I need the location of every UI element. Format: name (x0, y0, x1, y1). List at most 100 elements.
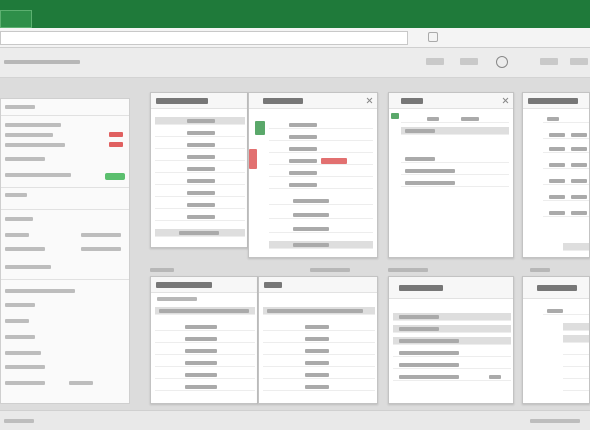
sidebar-item[interactable] (5, 265, 51, 269)
sidebar-item[interactable] (5, 319, 29, 323)
table-cell (405, 169, 455, 173)
table-row[interactable] (401, 167, 509, 175)
table-row[interactable] (263, 371, 375, 379)
table-row[interactable] (269, 133, 373, 141)
table-row[interactable] (155, 359, 255, 367)
table-row[interactable] (263, 383, 375, 391)
sidebar-item[interactable] (5, 381, 45, 385)
window (258, 276, 378, 404)
table-row[interactable] (263, 335, 375, 343)
table-row[interactable] (269, 169, 373, 177)
table-row[interactable] (269, 157, 373, 165)
table-row[interactable] (269, 145, 373, 153)
table-row[interactable] (563, 243, 589, 251)
window-header (259, 277, 377, 293)
table-cell (293, 243, 329, 247)
table-row[interactable] (401, 115, 509, 123)
table-row[interactable] (401, 155, 509, 163)
table-row[interactable] (155, 117, 245, 125)
table-row[interactable] (269, 121, 373, 129)
table-row[interactable] (543, 177, 589, 185)
table-row[interactable] (393, 361, 511, 369)
table-row[interactable] (269, 181, 373, 189)
table-row[interactable] (269, 211, 373, 219)
header-button[interactable] (540, 58, 558, 65)
table-row[interactable] (393, 373, 511, 381)
table-row[interactable] (563, 371, 589, 379)
sidebar-item[interactable] (5, 247, 45, 251)
toolbar-icon[interactable] (428, 32, 438, 42)
close-icon[interactable] (502, 97, 509, 104)
table-row[interactable] (563, 383, 589, 391)
table-row[interactable] (155, 141, 245, 149)
divider (1, 115, 129, 116)
table-cell (547, 309, 563, 313)
app-tab[interactable] (0, 10, 32, 28)
highlight-value (321, 158, 347, 164)
table-row[interactable] (401, 127, 509, 135)
table-row[interactable] (263, 359, 375, 367)
sidebar-item[interactable] (5, 157, 45, 161)
table-row[interactable] (543, 193, 589, 201)
table-row[interactable] (543, 209, 589, 217)
table-row[interactable] (269, 197, 373, 205)
table-cell (549, 179, 565, 183)
table-row[interactable] (155, 335, 255, 343)
table-row[interactable] (155, 371, 255, 379)
sidebar-item[interactable] (5, 217, 33, 221)
table-row[interactable] (543, 115, 589, 123)
table-row[interactable] (543, 131, 589, 139)
sidebar-item[interactable] (5, 351, 41, 355)
search-icon[interactable] (496, 56, 508, 68)
sidebar-item[interactable] (5, 335, 35, 339)
table-row[interactable] (155, 189, 245, 197)
table-cell (187, 203, 215, 207)
table-row[interactable] (155, 129, 245, 137)
table-row[interactable] (155, 307, 255, 315)
window-subtitle (157, 297, 197, 301)
address-field[interactable] (0, 31, 408, 45)
header-button[interactable] (570, 58, 588, 65)
header-button[interactable] (460, 58, 478, 65)
table-row[interactable] (263, 347, 375, 355)
table-row[interactable] (393, 313, 511, 321)
table-row[interactable] (563, 347, 589, 355)
table-row[interactable] (393, 349, 511, 357)
table-row[interactable] (393, 325, 511, 333)
header-button[interactable] (426, 58, 444, 65)
sidebar-item[interactable] (5, 233, 29, 237)
table-row[interactable] (401, 179, 509, 187)
sidebar-item[interactable] (5, 303, 35, 307)
sidebar-item[interactable] (5, 193, 27, 197)
table-row[interactable] (155, 383, 255, 391)
table-row[interactable] (263, 307, 375, 315)
sidebar-item[interactable] (5, 143, 65, 147)
table-row[interactable] (155, 213, 245, 221)
table-row[interactable] (543, 307, 589, 315)
table-row[interactable] (155, 153, 245, 161)
table-row[interactable] (155, 165, 245, 173)
table-row[interactable] (269, 241, 373, 249)
table-row[interactable] (155, 323, 255, 331)
table-row[interactable] (563, 323, 589, 331)
table-row[interactable] (543, 161, 589, 169)
table-row[interactable] (155, 347, 255, 355)
sidebar-item[interactable] (5, 133, 53, 137)
chart-marker (249, 149, 257, 169)
status-badge (105, 173, 125, 180)
sidebar-item[interactable] (5, 365, 45, 369)
table-row[interactable] (563, 359, 589, 367)
close-icon[interactable] (366, 97, 373, 104)
table-row[interactable] (543, 145, 589, 153)
table-row[interactable] (263, 323, 375, 331)
table-row[interactable] (155, 201, 245, 209)
table-row[interactable] (155, 229, 245, 237)
table-row[interactable] (269, 225, 373, 233)
sidebar-item[interactable] (5, 123, 61, 127)
table-row[interactable] (155, 177, 245, 185)
sidebar-item[interactable] (5, 173, 71, 177)
table-cell (549, 133, 565, 137)
divider (1, 187, 129, 188)
table-row[interactable] (393, 337, 511, 345)
table-row[interactable] (563, 335, 589, 343)
